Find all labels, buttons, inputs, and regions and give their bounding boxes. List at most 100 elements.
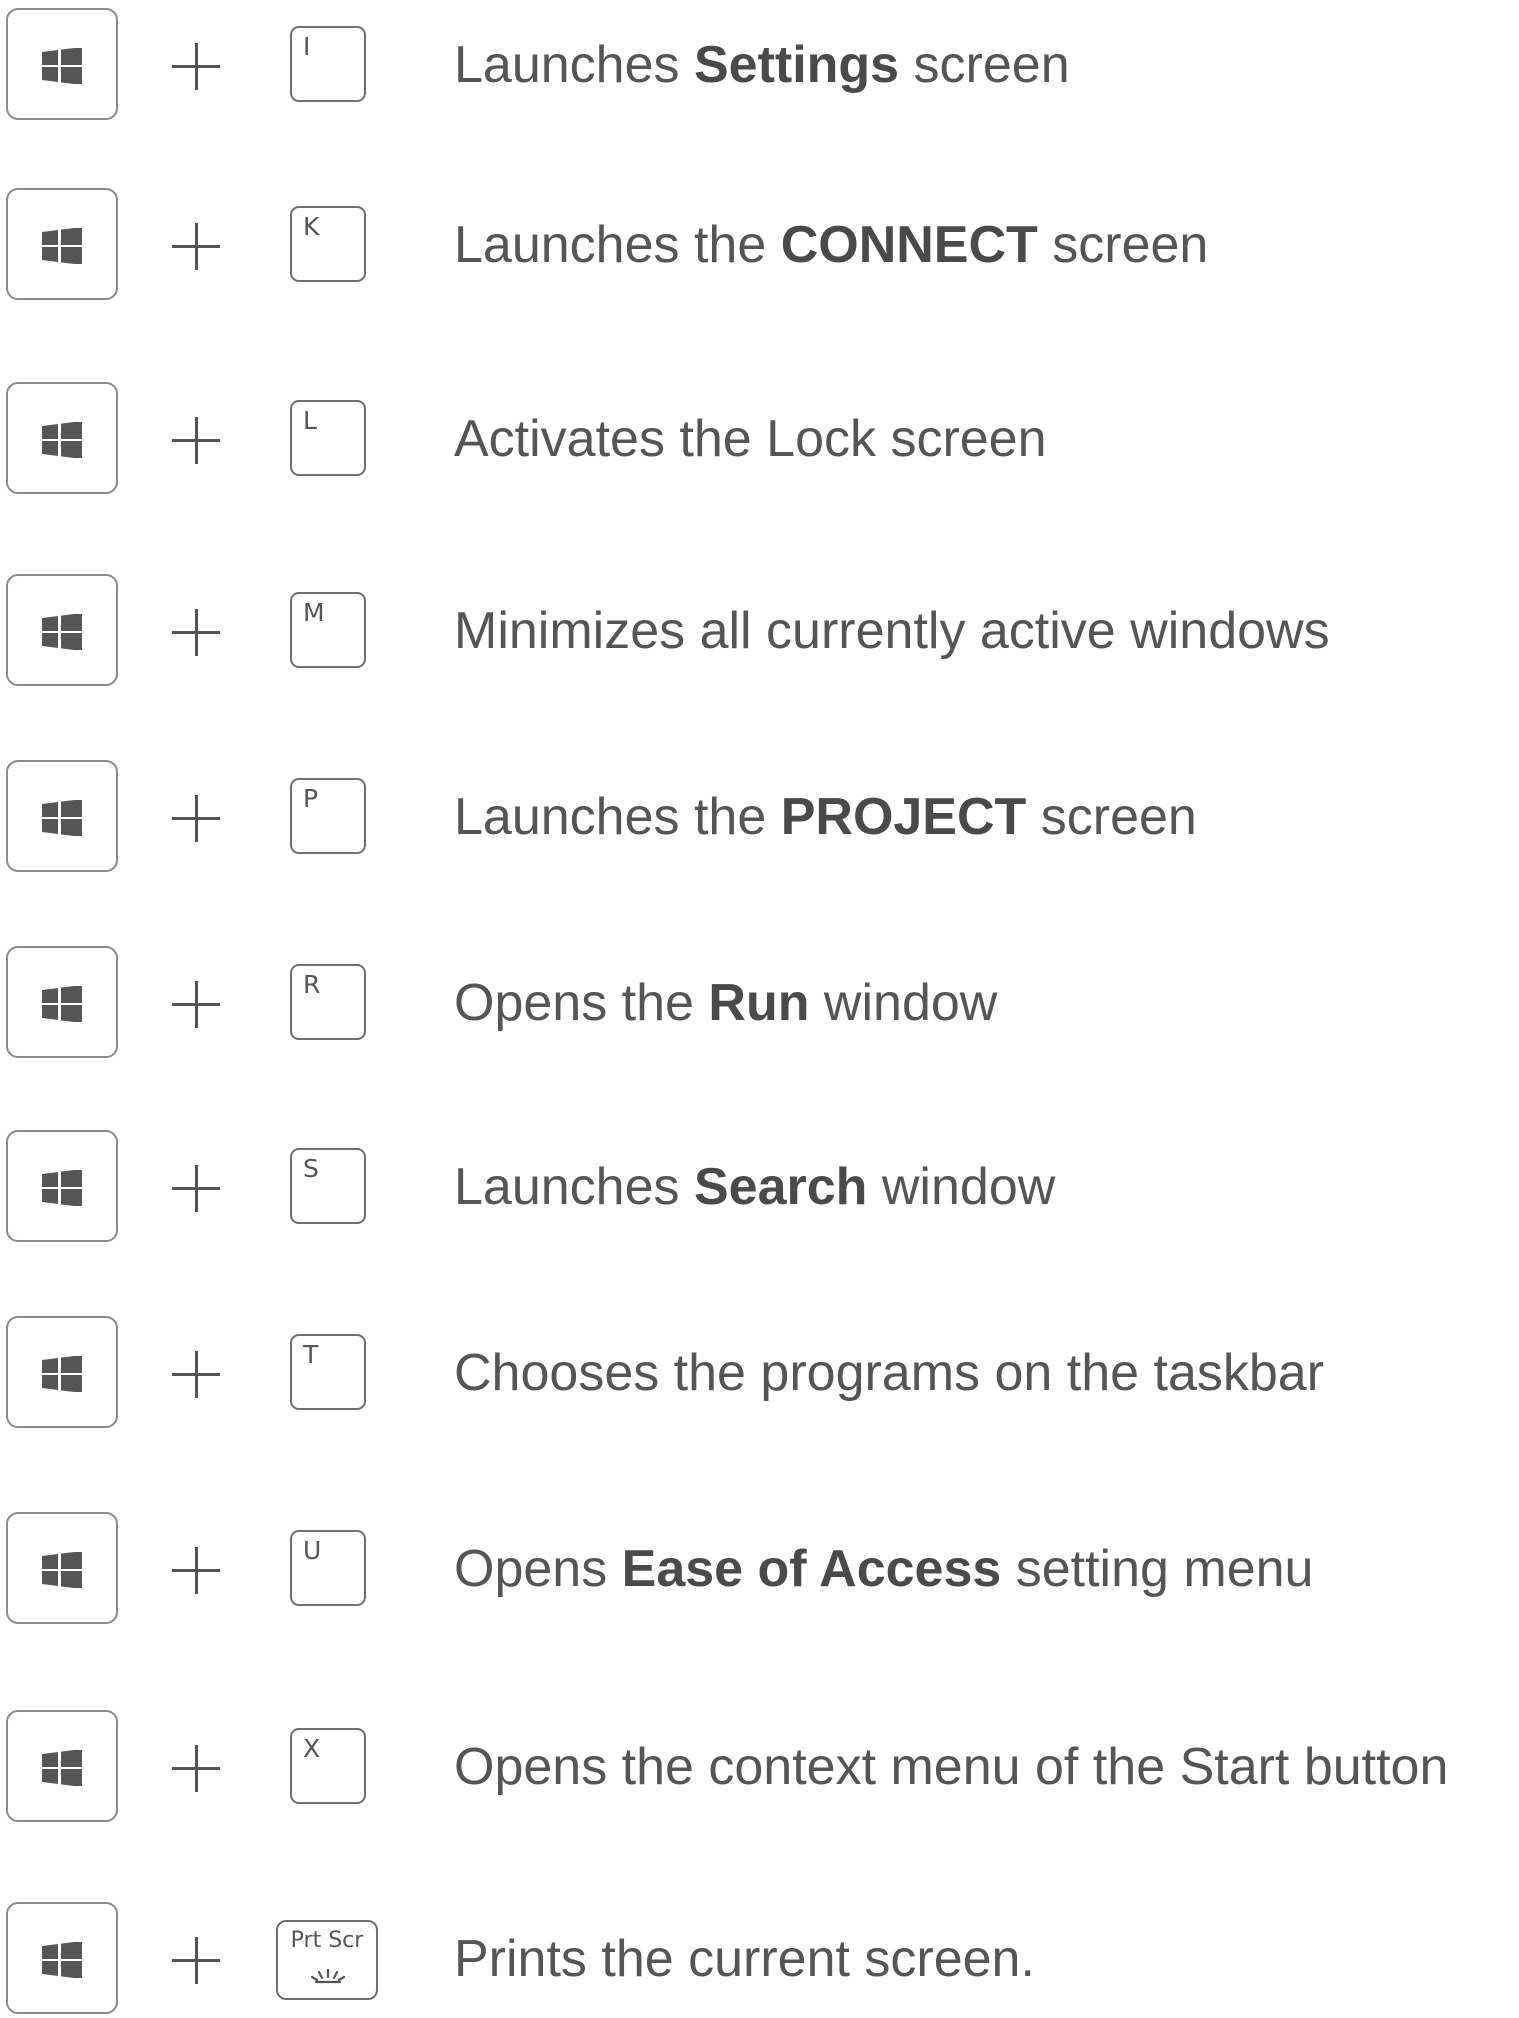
plus-icon	[166, 1344, 226, 1404]
windows-key	[6, 1316, 118, 1428]
description-text-end: screen	[1026, 788, 1197, 846]
description-text: Opens	[454, 1540, 622, 1598]
key-t: T	[290, 1334, 366, 1410]
shortcut-description: Launches Settings screen	[454, 34, 1070, 96]
description-text: Prints the current screen.	[454, 1930, 1035, 1988]
plus-icon	[166, 1540, 226, 1600]
description-text: Launches	[454, 1158, 694, 1216]
shortcut-row: S Launches Search window	[0, 1130, 1519, 1246]
windows-key	[6, 1902, 118, 2014]
description-text: Minimizes all currently active windows	[454, 602, 1330, 660]
key-label: I	[303, 32, 311, 61]
windows-logo-icon	[42, 614, 82, 650]
description-text: Opens the context menu of the Start butt…	[454, 1738, 1449, 1796]
windows-logo-icon	[42, 48, 82, 84]
description-text-end: setting menu	[1001, 1540, 1314, 1598]
description-text: Launches the	[454, 216, 781, 274]
windows-key	[6, 1512, 118, 1624]
key-print-screen: Prt Scr	[276, 1920, 378, 2000]
windows-logo-icon	[42, 422, 82, 458]
plus-icon	[166, 974, 226, 1034]
description-text: Launches	[454, 36, 694, 94]
windows-key	[6, 1130, 118, 1242]
windows-key	[6, 760, 118, 872]
plus-icon	[166, 36, 226, 96]
description-emphasis: Settings	[693, 36, 900, 94]
key-u: U	[290, 1530, 366, 1606]
windows-logo-icon	[42, 1552, 82, 1588]
description-text-end: window	[867, 1158, 1056, 1216]
windows-key	[6, 946, 118, 1058]
plus-icon	[166, 1930, 226, 1990]
key-x: X	[290, 1728, 366, 1804]
shortcut-row: R Opens the Run window	[0, 946, 1519, 1062]
shortcut-row: K Launches the CONNECT screen	[0, 188, 1519, 304]
shortcut-description: Launches the PROJECT screen	[454, 786, 1197, 848]
description-text: Launches the	[454, 788, 781, 846]
key-label: M	[303, 598, 325, 627]
plus-icon	[166, 788, 226, 848]
description-emphasis: Run	[708, 974, 810, 1032]
shortcut-description: Activates the Lock screen	[454, 408, 1047, 470]
windows-logo-icon	[42, 986, 82, 1022]
key-k: K	[290, 206, 366, 282]
key-label: R	[303, 970, 321, 999]
key-label: U	[303, 1536, 322, 1565]
key-label: Prt Scr	[290, 1928, 364, 1953]
windows-key	[6, 8, 118, 120]
description-text-end: screen	[1037, 216, 1209, 274]
shortcut-description: Launches the CONNECT screen	[454, 214, 1208, 276]
key-label: S	[303, 1154, 319, 1183]
shortcut-row: P Launches the PROJECT screen	[0, 760, 1519, 876]
description-emphasis: CONNECT	[780, 216, 1038, 274]
shortcut-row: Prt Scr Prints the current screen.	[0, 1902, 1519, 2018]
shortcut-description: Opens Ease of Access setting menu	[454, 1538, 1313, 1600]
windows-key	[6, 574, 118, 686]
plus-icon	[166, 602, 226, 662]
shortcut-row: U Opens Ease of Access setting menu	[0, 1512, 1519, 1628]
key-m: M	[290, 592, 366, 668]
plus-icon	[166, 1738, 226, 1798]
shortcut-description: Prints the current screen.	[454, 1928, 1035, 1990]
description-text: Activates the Lock screen	[454, 410, 1047, 468]
shortcut-row: I Launches Settings screen	[0, 8, 1519, 124]
shortcut-row: X Opens the context menu of the Start bu…	[0, 1710, 1519, 1826]
shortcut-description: Chooses the programs on the taskbar	[454, 1342, 1324, 1404]
description-text-end: window	[809, 974, 998, 1032]
windows-key	[6, 382, 118, 494]
windows-logo-icon	[42, 1170, 82, 1206]
description-text-end: screen	[899, 36, 1070, 94]
key-label: P	[303, 784, 319, 813]
shortcut-row: M Minimizes all currently active windows	[0, 574, 1519, 690]
description-emphasis: Ease of Access	[621, 1540, 1002, 1598]
shortcut-description: Opens the context menu of the Start butt…	[454, 1736, 1448, 1798]
key-label: K	[303, 212, 320, 241]
description-emphasis: Search	[693, 1158, 868, 1216]
windows-key	[6, 188, 118, 300]
key-i: I	[290, 26, 366, 102]
windows-logo-icon	[42, 228, 82, 264]
windows-logo-icon	[42, 1750, 82, 1786]
shortcut-row: L Activates the Lock screen	[0, 382, 1519, 498]
key-p: P	[290, 778, 366, 854]
description-text: Chooses the programs on the taskbar	[454, 1344, 1325, 1402]
shortcut-description: Minimizes all currently active windows	[454, 600, 1330, 662]
description-text: Opens the	[454, 974, 709, 1032]
shortcut-description: Launches Search window	[454, 1156, 1055, 1218]
windows-key	[6, 1710, 118, 1822]
key-label: T	[303, 1340, 319, 1369]
shortcut-description: Opens the Run window	[454, 972, 997, 1034]
key-l: L	[290, 400, 366, 476]
key-label: L	[303, 406, 317, 435]
shortcut-row: T Chooses the programs on the taskbar	[0, 1316, 1519, 1432]
plus-icon	[166, 410, 226, 470]
windows-logo-icon	[42, 1356, 82, 1392]
key-label: X	[303, 1734, 321, 1763]
key-r: R	[290, 964, 366, 1040]
plus-icon	[166, 1158, 226, 1218]
description-emphasis: PROJECT	[780, 788, 1027, 846]
windows-logo-icon	[42, 1942, 82, 1978]
plus-icon	[166, 216, 226, 276]
windows-logo-icon	[42, 800, 82, 836]
screen-flash-icon	[310, 1968, 346, 1984]
